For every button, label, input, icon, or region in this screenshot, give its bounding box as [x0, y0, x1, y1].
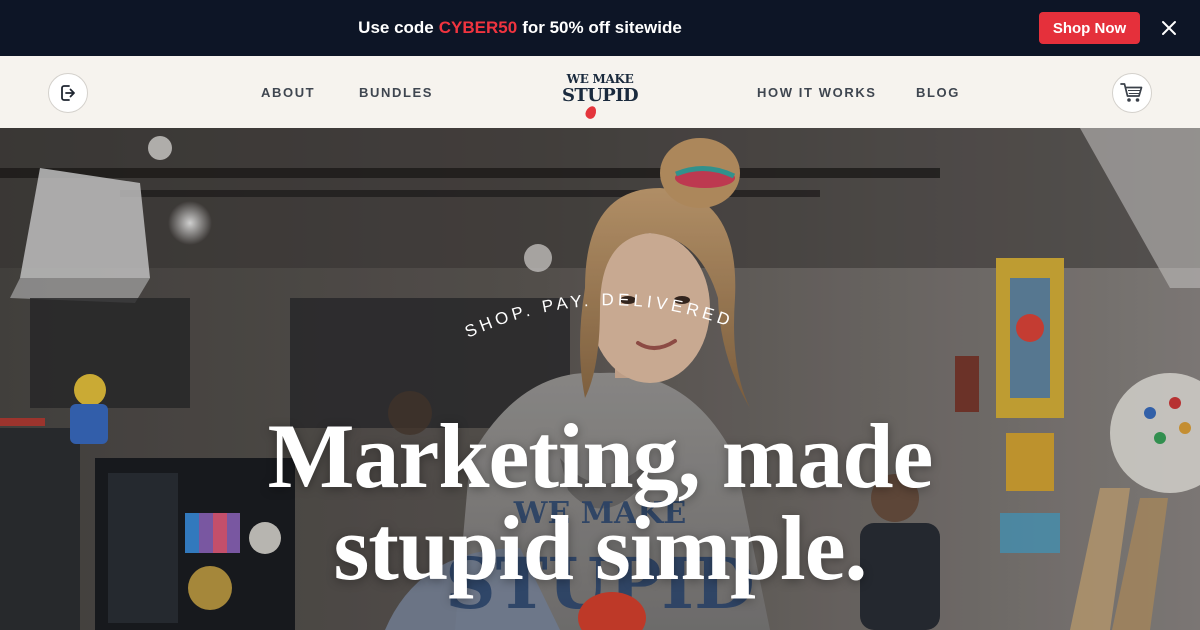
logo-drop-mark — [583, 104, 599, 121]
login-button[interactable] — [48, 73, 88, 113]
close-icon[interactable] — [1158, 17, 1180, 39]
site-header: ABOUT BUNDLES WE MAKE STUPID HOW IT WORK… — [0, 56, 1200, 128]
nav-bundles[interactable]: BUNDLES — [359, 56, 433, 128]
logo-line-1: WE MAKE — [566, 72, 634, 86]
hero-section: WE MAKE STUPID SHOP. PAY. DELIVERED. Mar… — [0, 128, 1200, 630]
promo-code: CYBER50 — [438, 18, 518, 37]
hero-headline: Marketing, made stupid simple. — [0, 410, 1200, 594]
nav-blog[interactable]: BLOG — [916, 56, 960, 128]
promo-bar: Use code CYBER50 for 50% off sitewide Sh… — [0, 0, 1200, 56]
promo-text-after: for 50% off sitewide — [522, 18, 682, 37]
login-icon — [61, 85, 75, 101]
cart-button[interactable] — [1112, 73, 1152, 113]
hero-headline-line-1: Marketing, made — [267, 405, 934, 507]
cart-icon — [1120, 83, 1143, 102]
promo-text-before: Use code — [358, 18, 434, 37]
nav-about[interactable]: ABOUT — [261, 56, 315, 128]
hero-tagline: SHOP. PAY. DELIVERED. — [0, 128, 736, 342]
hero-tagline-text: SHOP. PAY. DELIVERED. — [0, 128, 732, 342]
promo-message: Use code CYBER50 for 50% off sitewide — [0, 0, 1040, 56]
nav-how-it-works[interactable]: HOW IT WORKS — [757, 56, 877, 128]
hero-headline-line-2: stupid simple. — [333, 497, 867, 599]
brand-logo[interactable]: WE MAKE STUPID — [562, 72, 639, 121]
logo-line-2: STUPID — [562, 85, 639, 106]
shop-now-button[interactable]: Shop Now — [1039, 12, 1140, 44]
